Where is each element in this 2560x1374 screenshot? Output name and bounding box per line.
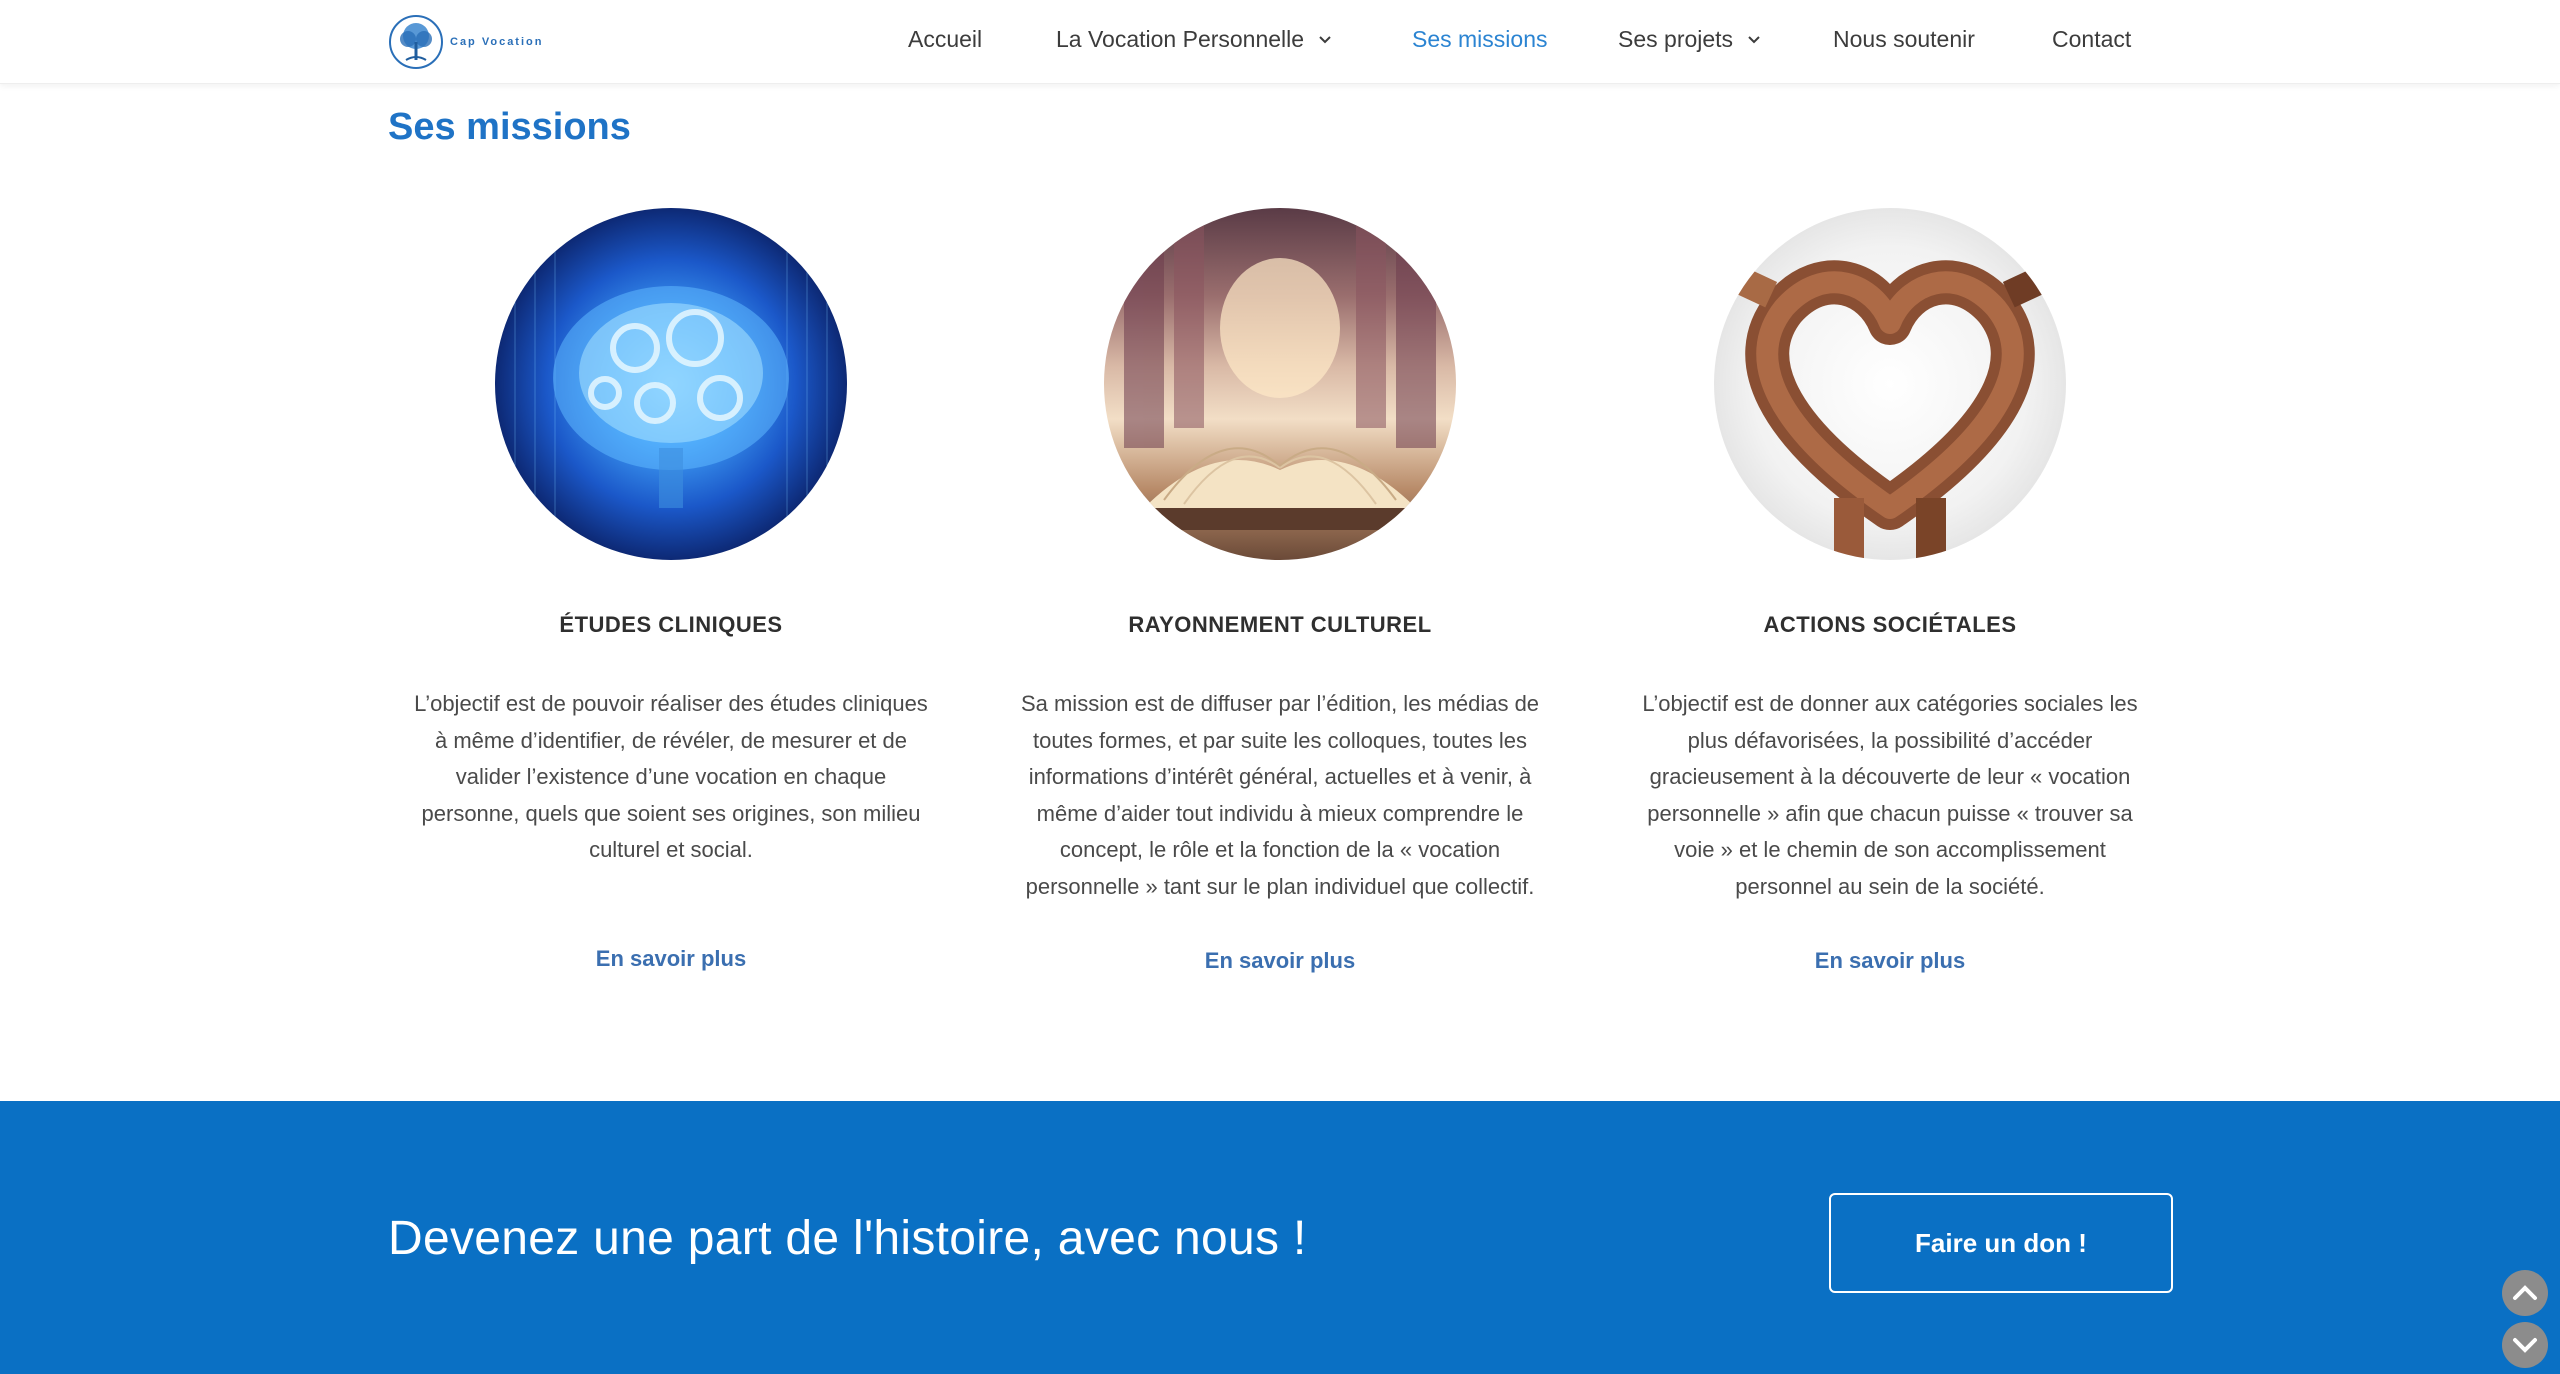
chevron-down-icon (1747, 35, 1761, 45)
nav-item-la-vocation-personnelle[interactable]: La Vocation Personnelle (1056, 26, 1332, 53)
mission-title: ÉTUDES CLINIQUES (559, 612, 783, 637)
nav-item-accueil[interactable]: Accueil (908, 26, 982, 53)
description-line: informations d’intérêt général, actuelle… (1028, 764, 1532, 790)
en-savoir-plus-link[interactable]: En savoir plus (391, 946, 951, 972)
nav-item-ses-missions[interactable]: Ses missions (1412, 26, 1547, 53)
nav-item-ses-projets[interactable]: Ses projets (1618, 26, 1761, 53)
donate-button[interactable]: Faire un don ! (1829, 1193, 2173, 1293)
description-line: voie » et le chemin de son accomplisseme… (1674, 837, 2106, 863)
nav-item-label: Contact (2052, 26, 2132, 52)
nav-item-label: La Vocation Personnelle (1056, 26, 1305, 52)
site-logo[interactable]: Cap Vocation (388, 12, 548, 72)
description-line: personne, quels que soient ses origines,… (421, 800, 921, 826)
brain-gears-image (495, 208, 847, 560)
description-line: personnelle » afin que chacun puisse « t… (1647, 800, 2133, 826)
nav-item-contact[interactable]: Contact (2052, 26, 2131, 53)
mission-card-rayonnement-culturel: RAYONNEMENT CULTUREL Sa mission est de d… (1000, 208, 1560, 973)
nav-item-label: Ses projets (1618, 26, 1734, 52)
nav-item-label: Ses missions (1412, 26, 1548, 52)
tree-logo-icon (389, 15, 443, 69)
en-savoir-plus-link[interactable]: En savoir plus (1610, 948, 2170, 974)
nav-item-label: Accueil (908, 26, 983, 52)
mission-description: L’objectif est de pouvoir réaliser des é… (391, 686, 951, 869)
nav-item-label: Nous soutenir (1833, 26, 1975, 52)
chevron-down-icon (1318, 35, 1332, 45)
description-line: toutes formes, et par suite les colloque… (1032, 727, 1528, 753)
description-line: plus défavorisées, la possibilité d’accé… (1687, 727, 2093, 753)
page-title: Ses missions (388, 106, 631, 148)
description-line: culturel et social. (589, 837, 753, 863)
banner-text: Devenez une part de l'histoire, avec nou… (388, 1212, 1307, 1265)
description-line: concept, le rôle et la fonction de la « … (1059, 837, 1501, 863)
nav-item-nous-soutenir[interactable]: Nous soutenir (1833, 26, 1975, 53)
description-line: L’objectif est de donner aux catégories … (1642, 691, 2138, 716)
description-line: L’objectif est de pouvoir réaliser des é… (414, 691, 928, 716)
scroll-up-button[interactable] (2502, 1270, 2548, 1316)
description-line: Sa mission est de diffuser par l’édition… (1020, 691, 1540, 716)
site-header: Cap Vocation Accueil La Vocation Personn… (0, 0, 2560, 84)
description-line: personnelle » tant sur le plan individue… (1025, 873, 1535, 899)
mission-card-actions-societales: ACTIONS SOCIÉTALES L’objectif est de don… (1610, 208, 2170, 973)
mission-description: L’objectif est de donner aux catégories … (1610, 686, 2170, 906)
en-savoir-plus-link[interactable]: En savoir plus (1000, 948, 1560, 974)
mission-title: ACTIONS SOCIÉTALES (1763, 612, 2017, 637)
description-line: à même d’identifier, de révéler, de mesu… (434, 727, 908, 753)
description-line: personnel au sein de la société. (1735, 873, 2045, 899)
donation-banner: Devenez une part de l'histoire, avec nou… (0, 1101, 2560, 1374)
mission-card-etudes-cliniques: ÉTUDES CLINIQUES L’objectif est de pouvo… (391, 208, 951, 971)
description-line: gracieusement à la découverte de leur « … (1649, 764, 2131, 790)
logo-text: Cap Vocation (450, 36, 544, 48)
description-line: valider l’existence d’une vocation en ch… (455, 764, 887, 790)
open-book-library-image (1104, 208, 1456, 560)
mission-description: Sa mission est de diffuser par l’édition… (1000, 686, 1560, 906)
hands-heart-image (1714, 208, 2066, 560)
mission-title: RAYONNEMENT CULTUREL (1128, 612, 1432, 637)
scroll-down-button[interactable] (2502, 1322, 2548, 1368)
chevron-down-icon (2513, 1338, 2537, 1353)
chevron-up-icon (2513, 1285, 2537, 1300)
description-line: même d’aider tout individu à mieux compr… (1036, 800, 1524, 826)
